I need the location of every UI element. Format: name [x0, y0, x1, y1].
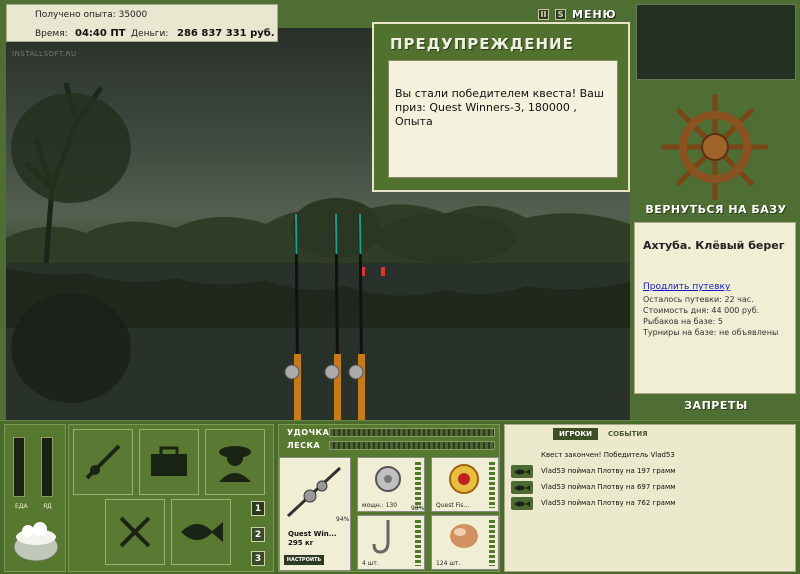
- bans-button[interactable]: ЗАПРЕТЫ: [636, 399, 796, 412]
- rod-max-weight: 295 кг: [288, 539, 314, 547]
- events-panel: ИГРОКИ СОБЫТИЯ Квест закончен! Победител…: [504, 424, 796, 572]
- rod-label: УДОЧКА: [287, 428, 330, 437]
- sound-button[interactable]: S: [555, 9, 566, 20]
- line-spool-icon: [449, 464, 479, 494]
- line-label: ЛЕСКА: [287, 441, 321, 450]
- events-tabs: ИГРОКИ СОБЫТИЯ: [553, 428, 654, 440]
- line-name: Quest Fis...: [436, 502, 470, 509]
- watermark: INSTALLSOFT.RU: [12, 50, 77, 58]
- pause-button[interactable]: II: [538, 9, 549, 20]
- tab-3[interactable]: 3: [251, 551, 265, 566]
- time-label: Время:: [35, 29, 68, 39]
- food-button[interactable]: [105, 499, 165, 565]
- fish-event-icon: [511, 465, 533, 478]
- bait-wear-scale: [489, 520, 495, 566]
- status-panel: ЕДА ЯД: [4, 424, 66, 572]
- line-slot[interactable]: Quest Fis...: [431, 457, 499, 512]
- tackle-box-icon: [151, 446, 187, 476]
- hook-slot[interactable]: 4 шт.: [357, 515, 425, 570]
- fish-event-icon: [511, 481, 533, 494]
- rod-2: [324, 214, 341, 420]
- fishers-count: Рыбаков на базе: 5: [643, 317, 723, 326]
- rod-icon: [85, 444, 121, 480]
- food-bar: [13, 437, 25, 497]
- player-info-panel: Получено опыта: 35000 Время: 04:40 ПТ Де…: [6, 4, 278, 42]
- time-value: 04:40 ПТ: [75, 28, 126, 39]
- rod-3: [348, 214, 365, 420]
- experience-text: Получено опыта: 35000: [35, 10, 148, 20]
- tab-2[interactable]: 2: [251, 527, 265, 542]
- tools-panel: 1 2 3: [68, 424, 274, 572]
- rod-reel-icon: [286, 466, 342, 518]
- fish-icon: [181, 522, 223, 542]
- setup-button[interactable]: НАСТРОИТЬ: [284, 555, 324, 565]
- hook-wear-scale: [415, 520, 421, 566]
- hook-icon: [372, 520, 390, 554]
- reel-icon: [375, 466, 401, 492]
- event-item: Vlad53 поймал Плотву на 762 грамм: [541, 499, 676, 507]
- event-item: Квест закончен! Победитель Vlad53: [541, 451, 675, 459]
- rod-name: Quest Win...: [288, 530, 337, 538]
- fisherman-button[interactable]: [205, 429, 265, 495]
- reel-power: мощн.: 130: [362, 502, 398, 509]
- tab-players[interactable]: ИГРОКИ: [553, 428, 598, 440]
- bait-count: 124 шт.: [436, 560, 461, 567]
- reel-slot[interactable]: мощн.: 130: [357, 457, 425, 512]
- rods-group[interactable]: [272, 214, 382, 420]
- rod-1: [284, 214, 301, 420]
- rod-tension-bar: [329, 428, 495, 437]
- event-item: Vlad53 поймал Плотву на 697 грамм: [541, 483, 676, 491]
- event-item: Vlad53 поймал Плотву на 197 грамм: [541, 467, 676, 475]
- extend-permit-link[interactable]: Продлить путевку: [643, 282, 787, 292]
- rod-card[interactable]: 94% Quest Win... 295 кг НАСТРОИТЬ: [279, 457, 351, 571]
- top-nav: II S МЕНЮ: [538, 8, 617, 21]
- day-cost: Стоимость дня: 44 000 руб.: [643, 306, 760, 315]
- reel-wear-scale: [415, 462, 421, 508]
- tournaments-info: Турниры на базе: не объявлены: [643, 328, 779, 337]
- line-wear-scale: [489, 462, 495, 508]
- hook-count: 4 шт.: [362, 560, 379, 567]
- fisherman-icon: [219, 446, 251, 482]
- tackle-panel: УДОЧКА ЛЕСКА 94% Quest Win... 295 кг НАС…: [278, 424, 500, 572]
- bait-icon: [450, 524, 478, 548]
- warning-dialog: ПРЕДУПРЕЖДЕНИЕ Вы стали победителем квес…: [372, 22, 630, 192]
- tackle-box-button[interactable]: [139, 429, 199, 495]
- location-title: Ахтуба. Клёвый берег: [643, 239, 785, 252]
- warning-title: ПРЕДУПРЕЖДЕНИЕ: [390, 35, 574, 53]
- rods-button[interactable]: [73, 429, 133, 495]
- fork-knife-icon: [119, 516, 151, 548]
- reel-durability: 98%: [411, 505, 425, 512]
- rod-durability: 94%: [336, 516, 350, 523]
- tab-1[interactable]: 1: [251, 501, 265, 516]
- warning-message: Вы стали победителем квеста! Ваш приз: Q…: [388, 60, 618, 178]
- menu-button[interactable]: МЕНЮ: [572, 8, 617, 21]
- fish-button[interactable]: [171, 499, 231, 565]
- poison-bar: [41, 437, 53, 497]
- tab-events[interactable]: СОБЫТИЯ: [602, 428, 654, 440]
- ship-wheel-icon[interactable]: [662, 94, 768, 200]
- food-label: ЕДА: [15, 503, 28, 510]
- line-tension-bar: [329, 441, 495, 450]
- money-value: 286 837 331 руб.: [177, 28, 275, 39]
- return-to-base-button[interactable]: ВЕРНУТЬСЯ НА БАЗУ: [636, 203, 796, 216]
- location-panel: Ахтуба. Клёвый берег Продлить путевку Ос…: [634, 222, 796, 394]
- fish-event-icon: [511, 497, 533, 510]
- money-label: Деньги:: [131, 29, 169, 39]
- permit-remaining: Осталось путевки: 22 час.: [643, 295, 754, 304]
- food-pot-icon[interactable]: [10, 517, 62, 567]
- bait-slot[interactable]: 124 шт.: [431, 515, 499, 570]
- minimap-panel: [636, 4, 796, 80]
- poison-label: ЯД: [43, 503, 52, 510]
